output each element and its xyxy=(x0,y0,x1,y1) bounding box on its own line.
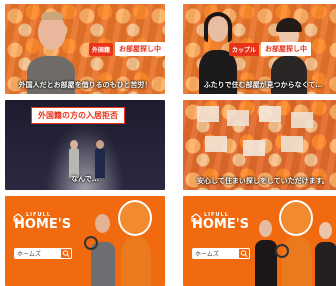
search-text: ホームズ xyxy=(195,251,219,258)
video-frame-6: LIFULL HOME'S ホームズ xyxy=(183,196,336,286)
woman-left-hair xyxy=(204,12,232,42)
status-label: お部屋探し中 xyxy=(261,42,312,56)
magnifier-icon xyxy=(84,236,98,250)
woman-left-head xyxy=(259,220,272,237)
video-frame-4: 安心して住まい探しをしていただけます。 xyxy=(183,100,336,190)
woman-right-figure xyxy=(315,242,336,286)
subtitle: なんで… xyxy=(71,175,99,183)
category-tag: カップル xyxy=(229,42,260,56)
headline-box: 外国籍の方の入居拒否 xyxy=(31,107,125,124)
search-button[interactable] xyxy=(238,248,250,259)
caption-label: 外国籍 お部屋探し中 xyxy=(89,42,165,56)
person-left-head xyxy=(70,140,78,149)
floorplan-signs xyxy=(197,106,327,162)
search-icon xyxy=(62,250,70,257)
mascot-body xyxy=(282,236,312,286)
lifull-homes-logo: LIFULL HOME'S xyxy=(191,212,249,231)
mascot-head xyxy=(118,200,152,236)
search-text: ホームズ xyxy=(17,251,41,258)
subtitle: 外国人だとお部屋を借りるのもひと苦労！ xyxy=(18,81,152,89)
man-head xyxy=(95,214,110,233)
man-hair xyxy=(41,12,63,20)
mascot-head xyxy=(279,200,313,236)
video-frame-5: LIFULL HOME'S ホームズ xyxy=(5,196,165,286)
video-frame-1: 外国籍 お部屋探し中 外国人だとお部屋を借りるのもひと苦労！ xyxy=(5,4,165,94)
house-icon xyxy=(13,213,23,222)
magnifier-icon xyxy=(275,244,289,258)
search-button[interactable] xyxy=(60,248,72,259)
status-label: お部屋探し中 xyxy=(115,42,165,56)
category-tag: 外国籍 xyxy=(89,42,114,56)
video-frame-2: カップル お部屋探し中 ふたりで住む部屋が見つからなくて… xyxy=(183,4,336,94)
house-icon xyxy=(191,213,201,222)
mascot-body xyxy=(121,236,151,286)
person-right-head xyxy=(96,140,104,149)
lifull-homes-logo: LIFULL HOME'S xyxy=(13,212,71,231)
subtitle: ふたりで住む部屋が見つからなくて… xyxy=(203,81,323,89)
subtitle: 安心して住まい探しをしていただけます。 xyxy=(197,177,329,185)
search-box[interactable]: ホームズ xyxy=(14,248,72,259)
woman-left-figure xyxy=(255,240,277,286)
caption-label: カップル お部屋探し中 xyxy=(229,42,312,56)
search-box[interactable]: ホームズ xyxy=(192,248,250,259)
search-icon xyxy=(240,250,248,257)
woman-right-head xyxy=(319,222,332,239)
video-frame-3: 外国籍の方の入居拒否 なんで… xyxy=(5,100,165,190)
